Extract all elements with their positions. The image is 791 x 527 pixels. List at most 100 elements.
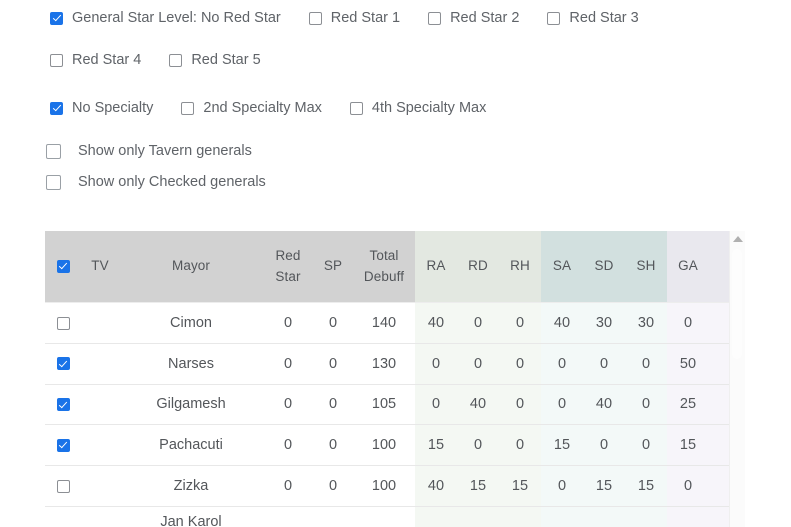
- checkbox-box-red-star-3[interactable]: [547, 11, 561, 25]
- checkbox-box-show-only-checked[interactable]: [46, 175, 61, 190]
- cell-sh: 0: [625, 343, 667, 385]
- table-row[interactable]: Jan Karol: [45, 506, 744, 527]
- cell-mayor: Pachacuti: [119, 424, 263, 467]
- row-checkbox[interactable]: [56, 479, 70, 493]
- checkbox-box-red-star-1[interactable]: [308, 11, 322, 25]
- checkbox-box-show-only-tavern[interactable]: [46, 144, 61, 159]
- checkbox-red-star-1[interactable]: Red Star 1: [308, 11, 400, 26]
- cell-mayor: Cimon: [119, 302, 263, 344]
- checkbox-4th-specialty-max[interactable]: 4th Specialty Max: [349, 99, 487, 116]
- table-row[interactable]: Narses 0 0 130 0 0 0 0 0 0 50: [45, 343, 744, 385]
- cell-sh: 0: [625, 384, 667, 426]
- scrollbar-thumb[interactable]: [732, 249, 742, 359]
- row-checkbox-cell[interactable]: [45, 384, 81, 426]
- row-checkbox-cell[interactable]: [45, 302, 81, 344]
- cell-rd: 0: [457, 343, 499, 385]
- row-checkbox[interactable]: [56, 438, 70, 452]
- checkbox-no-specialty[interactable]: No Specialty: [50, 101, 153, 116]
- cell-mayor: Jan Karol: [160, 514, 222, 527]
- table-header-row: TV Mayor Red Star SP Total Debuff RA RD …: [45, 231, 744, 303]
- checkbox-show-only-tavern[interactable]: Show only Tavern generals: [0, 136, 791, 167]
- cell-mayor: Narses: [119, 343, 263, 385]
- cell-sd: 15: [583, 465, 625, 507]
- checkbox-red-star-3[interactable]: Red Star 3: [547, 11, 639, 26]
- checkbox-box-4th-specialty-max[interactable]: [349, 101, 363, 115]
- cell-ra: 0: [415, 384, 457, 426]
- checkbox-box-red-star-4[interactable]: [50, 53, 63, 67]
- cell-sa: 40: [541, 302, 583, 344]
- table-header: TV Mayor Red Star SP Total Debuff RA RD …: [45, 231, 744, 303]
- checkbox-red-star-4[interactable]: Red Star 4: [50, 53, 141, 68]
- header-total-debuff-line2: Debuff: [363, 268, 405, 284]
- checkbox-no-red-star[interactable]: General Star Level: No Red Star: [50, 11, 281, 26]
- cell-sd: 0: [583, 343, 625, 385]
- checkbox-show-only-checked[interactable]: Show only Checked generals: [0, 167, 791, 198]
- table-vertical-scrollbar[interactable]: [729, 231, 745, 527]
- header-red-star-line1: Red: [275, 247, 301, 263]
- cell-rh: 0: [499, 302, 541, 344]
- header-tv[interactable]: TV: [81, 231, 119, 303]
- row-checkbox[interactable]: [56, 357, 70, 371]
- header-red-star[interactable]: Red Star: [263, 231, 313, 303]
- header-sh[interactable]: SH: [625, 231, 667, 303]
- header-select-all-cell[interactable]: [45, 231, 81, 303]
- cell-total-debuff: 100: [353, 424, 415, 467]
- cell-sd: [583, 506, 625, 527]
- row-checkbox-cell[interactable]: [45, 465, 81, 507]
- select-all-checkbox[interactable]: [56, 259, 70, 273]
- row-checkbox-cell[interactable]: [45, 343, 81, 385]
- cell-sd: 40: [583, 384, 625, 426]
- page-root: General Star Level: No Red Star Red Star…: [0, 0, 791, 527]
- table-row[interactable]: Gilgamesh 0 0 105 0 40 0 0 40 0 25: [45, 384, 744, 426]
- checkbox-label-show-only-checked: Show only Checked generals: [78, 174, 266, 191]
- checkbox-box-red-star-5[interactable]: [169, 53, 183, 67]
- checkbox-label-no-specialty: No Specialty: [72, 99, 154, 116]
- cell-sp: 0: [313, 384, 353, 426]
- cell-sa: [541, 506, 583, 527]
- header-rh[interactable]: RH: [499, 231, 541, 303]
- checkbox-2nd-specialty-max[interactable]: 2nd Specialty Max: [181, 101, 322, 116]
- header-rd[interactable]: RD: [457, 231, 499, 303]
- checkbox-box-2nd-specialty-max[interactable]: [181, 101, 195, 115]
- checkbox-red-star-2[interactable]: Red Star 2: [428, 11, 519, 26]
- row-checkbox-cell[interactable]: [45, 424, 81, 467]
- cell-red-star: 0: [263, 384, 313, 426]
- generals-table-container[interactable]: TV Mayor Red Star SP Total Debuff RA RD …: [45, 231, 747, 527]
- table-row[interactable]: Zizka 0 0 100 40 15 15 0 15 15 0: [45, 465, 744, 507]
- specialty-filter-row: No Specialty 2nd Specialty Max 4th Speci…: [0, 84, 791, 132]
- header-red-star-line2: Star: [275, 268, 301, 284]
- checkbox-box-no-specialty[interactable]: [50, 101, 63, 115]
- row-checkbox[interactable]: [56, 398, 70, 412]
- cell-rd: 0: [457, 424, 499, 467]
- header-sp[interactable]: SP: [313, 231, 353, 303]
- cell-sh: 30: [625, 302, 667, 344]
- cell-ga: 15: [667, 424, 709, 467]
- header-sd[interactable]: SD: [583, 231, 625, 303]
- header-sa[interactable]: SA: [541, 231, 583, 303]
- checkbox-box-red-star-2[interactable]: [428, 11, 442, 25]
- star-filter-row-1: General Star Level: No Red Star Red Star…: [0, 0, 791, 36]
- row-checkbox-cell[interactable]: [45, 506, 81, 527]
- star-filter-row-2: Red Star 4 Red Star 5: [0, 36, 791, 84]
- table-row[interactable]: Cimon 0 0 140 40 0 0 40 30 30 0: [45, 302, 744, 344]
- cell-ra: 40: [415, 465, 457, 507]
- checkbox-label-red-star-5: Red Star 5: [191, 51, 261, 68]
- row-checkbox[interactable]: [56, 316, 70, 330]
- cell-sh: 0: [625, 424, 667, 467]
- cell-ga: [667, 506, 709, 527]
- checkbox-box-no-red-star[interactable]: [50, 11, 63, 25]
- header-total-debuff[interactable]: Total Debuff: [353, 231, 415, 303]
- cell-tv: [81, 302, 119, 344]
- checkbox-label-4th-specialty-max: 4th Specialty Max: [371, 99, 487, 116]
- header-mayor[interactable]: Mayor: [119, 231, 263, 303]
- table-row[interactable]: Pachacuti 0 0 100 15 0 0 15 0 0 15: [45, 424, 744, 467]
- cell-rd: 0: [457, 302, 499, 344]
- header-ra[interactable]: RA: [415, 231, 457, 303]
- cell-sp: 0: [313, 343, 353, 385]
- scroll-up-arrow-icon[interactable]: [732, 236, 743, 242]
- cell-ga: 25: [667, 384, 709, 426]
- header-ga[interactable]: GA: [667, 231, 709, 303]
- cell-ra: 15: [415, 424, 457, 467]
- checkbox-label-red-star-2: Red Star 2: [450, 9, 520, 26]
- checkbox-red-star-5[interactable]: Red Star 5: [169, 51, 261, 68]
